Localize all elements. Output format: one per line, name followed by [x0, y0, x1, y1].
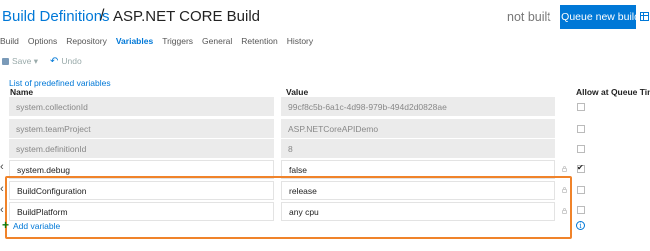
allow-queue-checkbox[interactable] [577, 163, 585, 173]
allow-queue-checkbox[interactable] [577, 125, 585, 133]
queue-new-build-label: Queue new build... [561, 11, 649, 23]
save-label: Save [12, 56, 32, 66]
variable-value-field: ASP.NETCoreAPIDemo [281, 119, 555, 138]
column-header-allow-queue: Allow at Queue Time [576, 87, 650, 97]
variable-name-field: system.teamProject [9, 119, 274, 138]
variable-name-field: system.definitionId [9, 139, 274, 158]
save-icon [2, 58, 9, 66]
remove-variable-icon[interactable]: ‹ [0, 161, 4, 173]
tab-retention[interactable]: Retention [241, 36, 277, 46]
grid-view-icon[interactable] [640, 12, 649, 21]
tab-build[interactable]: Build [0, 36, 19, 46]
undo-label: Undo [61, 56, 82, 66]
tab-triggers[interactable]: Triggers [162, 36, 193, 46]
add-icon[interactable]: + [2, 218, 9, 232]
page-title: ASP.NET CORE Build [113, 8, 261, 25]
column-header-value: Value [286, 87, 309, 97]
breadcrumb-separator: / [100, 7, 105, 24]
allow-queue-checkbox[interactable] [577, 103, 585, 111]
remove-variable-icon[interactable]: ‹ [0, 204, 4, 216]
tab-variables[interactable]: Variables [116, 36, 153, 46]
allow-queue-checkbox[interactable] [577, 186, 585, 194]
undo-icon: ↶ [50, 56, 59, 67]
chevron-down-icon: ▾ [33, 56, 39, 66]
breadcrumb-build-definitions[interactable]: Build Definitions [2, 8, 110, 25]
allow-queue-checkbox[interactable] [577, 145, 585, 153]
variable-name-field: system.collectionId [9, 97, 274, 116]
build-status: not built [507, 10, 551, 24]
save-button[interactable]: Save ▾ [2, 56, 38, 67]
queue-new-build-button[interactable]: ⚙ Queue new build... [547, 5, 649, 29]
info-icon[interactable]: i [576, 221, 585, 230]
tab-options[interactable]: Options [28, 36, 57, 46]
undo-button[interactable]: ↶ Undo [50, 56, 82, 67]
toolbar: Save ▾ ↶ Undo [2, 56, 82, 67]
remove-variable-icon[interactable]: ‹ [0, 183, 4, 195]
highlight-box [5, 176, 572, 239]
tab-history[interactable]: History [287, 36, 313, 46]
column-header-name: Name [10, 87, 34, 97]
lock-icon[interactable] [562, 166, 567, 172]
tab-repository[interactable]: Repository [66, 36, 107, 46]
queue-build-icon: ⚙ [547, 11, 558, 24]
definition-tabs: Build Options Repository Variables Trigg… [0, 36, 322, 46]
allow-queue-checkbox[interactable] [577, 206, 585, 214]
tab-general[interactable]: General [202, 36, 232, 46]
add-variable-link[interactable]: Add variable [13, 221, 60, 231]
variable-value-field: 99cf8c5b-6a1c-4d98-979b-494d2d0828ae [281, 97, 555, 116]
variable-value-field: 8 [281, 139, 555, 158]
